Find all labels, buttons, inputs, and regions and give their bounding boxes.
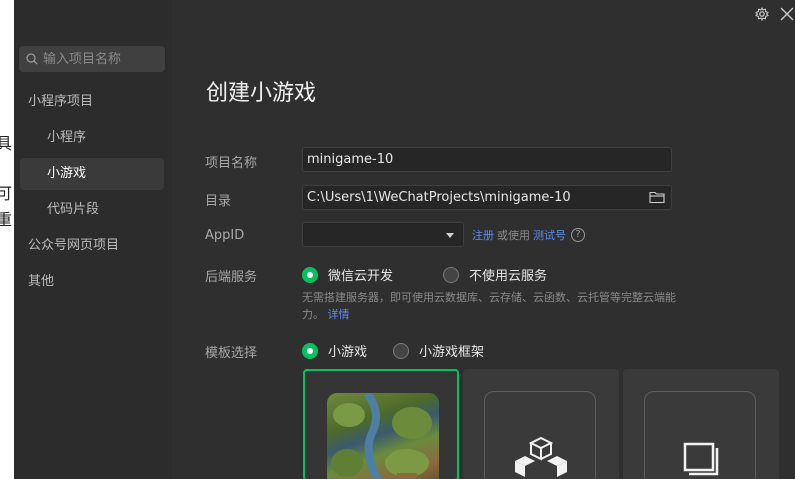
radio-label: 不使用云服务 — [469, 269, 548, 284]
radio-label: 小游戏 — [328, 345, 368, 360]
blank-page-icon — [683, 442, 719, 476]
main-panel: 创建小游戏 项目名称 minigame-10 目录 C:\Users\1\WeC… — [172, 0, 795, 479]
radio-template-minigame[interactable]: 小游戏 — [302, 341, 367, 360]
sidebar-item-miniprogram-projects[interactable]: 小程序项目 — [28, 86, 168, 118]
sidebar-item-official-account-web[interactable]: 公众号网页项目 — [28, 230, 168, 262]
blank-thumbnail — [644, 391, 756, 479]
template-card-minigame[interactable] — [303, 369, 459, 479]
details-link[interactable]: 详情 — [328, 308, 350, 321]
radio-unchecked-icon — [443, 266, 459, 283]
register-link[interactable]: 注册 — [472, 227, 494, 243]
sidebar-item-miniprogram[interactable]: 小程序 — [20, 122, 164, 154]
sidebar: 小程序项目 小程序 小游戏 代码片段 公众号网页项目 其他 — [14, 0, 172, 479]
background-text: 重 — [0, 210, 13, 229]
radio-unchecked-icon — [393, 342, 409, 359]
help-icon[interactable]: ? — [571, 228, 585, 242]
radio-cloud-dev[interactable]: 微信云开发 — [302, 265, 393, 284]
radio-checked-icon — [302, 342, 318, 359]
template-cards — [303, 369, 779, 479]
cubes-icon — [515, 436, 567, 477]
appid-select[interactable] — [302, 222, 464, 247]
gear-icon[interactable] — [755, 7, 769, 21]
sidebar-item-code-snippet[interactable]: 代码片段 — [20, 194, 164, 226]
radio-checked-icon — [302, 266, 318, 283]
or-use-text: 或使用 — [497, 229, 530, 242]
directory-field[interactable]: C:\Users\1\WeChatProjects\minigame-10 — [302, 185, 672, 210]
test-account-link[interactable]: 测试号 — [533, 227, 566, 243]
backend-description: 无需搭建服务器，即可使用云数据库、云存储、云函数、云托管等完整云端能力。 详情 — [302, 289, 682, 323]
backend-description-text: 无需搭建服务器，即可使用云数据库、云存储、云函数、云托管等完整云端能力。 — [302, 291, 676, 321]
project-name-field[interactable]: minigame-10 — [302, 147, 672, 172]
search-icon — [26, 53, 38, 65]
project-name-value: minigame-10 — [307, 152, 394, 167]
backend-label: 后端服务 — [205, 270, 258, 285]
cubes-thumbnail — [484, 391, 596, 479]
chevron-down-icon — [446, 233, 454, 238]
background-text: 可 — [0, 184, 13, 203]
appid-label: AppID — [205, 228, 245, 243]
radio-no-cloud[interactable]: 不使用云服务 — [443, 265, 547, 284]
radio-label: 小游戏框架 — [419, 345, 485, 360]
background-text: 具 — [0, 134, 13, 153]
folder-icon[interactable] — [649, 190, 665, 204]
search-box[interactable] — [19, 46, 165, 72]
game-thumbnail — [327, 393, 439, 479]
page-title: 创建小游戏 — [206, 81, 317, 106]
template-label: 模板选择 — [205, 346, 258, 361]
template-card-framework[interactable] — [463, 369, 619, 479]
radio-template-framework[interactable]: 小游戏框架 — [393, 341, 484, 360]
directory-label: 目录 — [205, 194, 232, 209]
game-scene-icon — [331, 393, 432, 479]
directory-value: C:\Users\1\WeChatProjects\minigame-10 — [307, 190, 571, 205]
search-input[interactable] — [43, 51, 155, 67]
radio-label: 微信云开发 — [328, 269, 394, 284]
background-window-fragment: 具 可 重 — [0, 0, 14, 479]
appid-links: 注册 或使用 测试号 ? — [472, 227, 585, 243]
sidebar-item-other[interactable]: 其他 — [28, 266, 168, 298]
sidebar-item-minigame[interactable]: 小游戏 — [20, 158, 164, 190]
close-icon[interactable] — [779, 6, 795, 22]
window-controls — [755, 6, 795, 22]
create-project-window: 小程序项目 小程序 小游戏 代码片段 公众号网页项目 其他 创建小游戏 项目名称… — [14, 0, 795, 479]
template-card-blank[interactable] — [623, 369, 779, 479]
project-name-label: 项目名称 — [205, 156, 258, 171]
